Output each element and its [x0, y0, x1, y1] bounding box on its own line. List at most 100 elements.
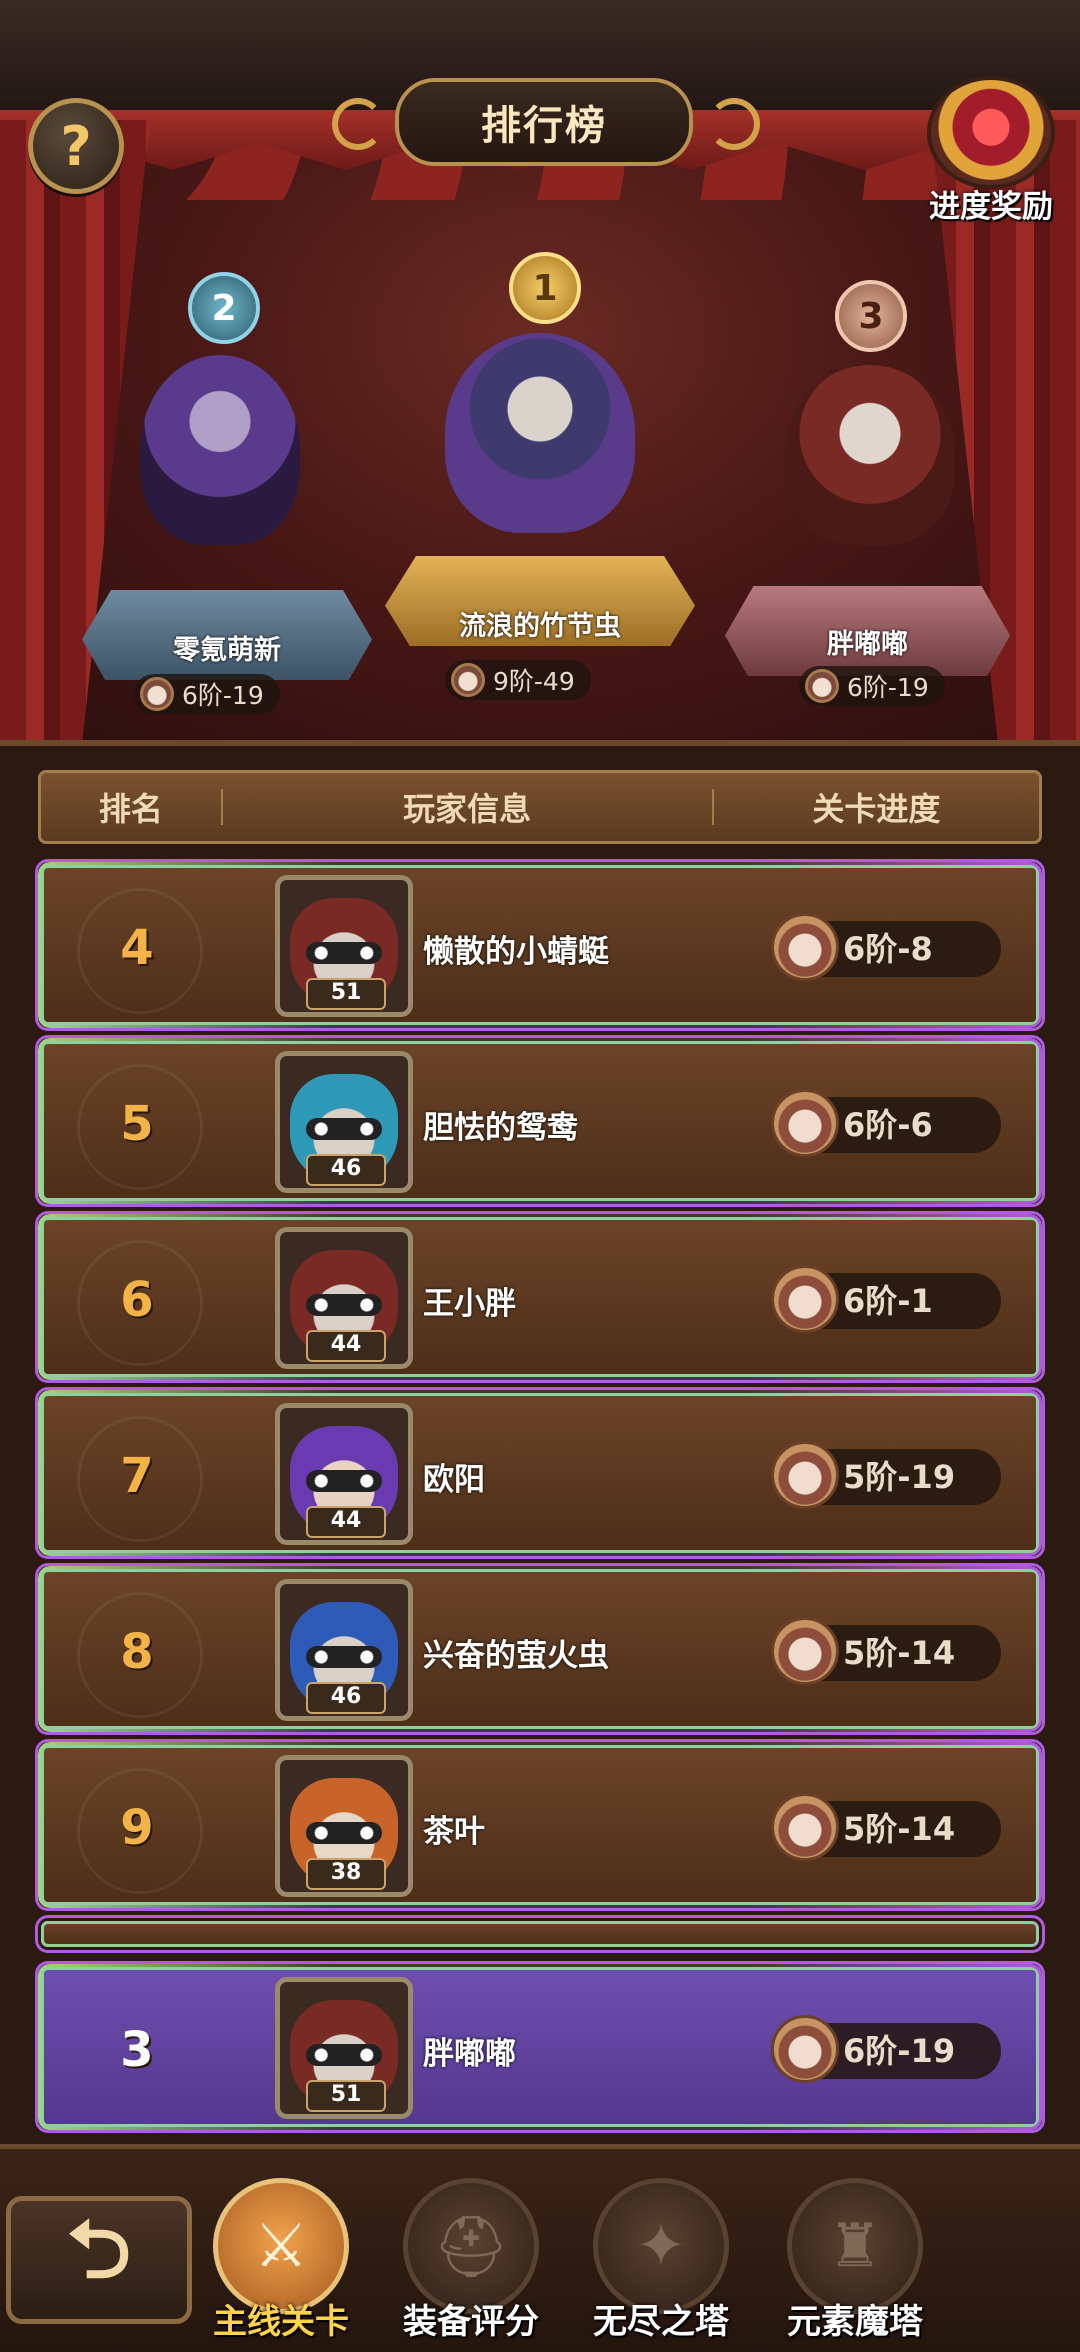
treasure-chest-icon — [927, 76, 1055, 189]
podium-progress-3: 6阶-19 — [799, 666, 945, 706]
podium-first[interactable]: 1 流浪的竹节虫 9阶-49 — [385, 238, 695, 718]
progress-reward-label: 进度奖励 — [929, 189, 1053, 225]
stage-progress-text: 5阶-19 — [843, 1458, 956, 1496]
ranking-row[interactable]: 8 46 兴奋的萤火虫 5阶-14 — [38, 1566, 1042, 1732]
stage-progress-text: 6阶-8 — [843, 930, 933, 968]
tab-equipment-score-label: 装备评分 — [403, 2302, 539, 2342]
tab-equipment-score[interactable]: ⛑ 装备评分 — [376, 2178, 566, 2347]
podium-progress-2: 6阶-19 — [134, 674, 280, 714]
player-level: 46 — [306, 1682, 386, 1714]
tab-main-stage[interactable]: ⚔ 主线关卡 — [186, 2178, 376, 2347]
avatar-eyes — [306, 942, 382, 964]
stage-progress-text: 6阶-1 — [843, 1282, 933, 1320]
player-name: 胆怯的鸳鸯 — [423, 1109, 578, 1146]
player-name: 欧阳 — [423, 1461, 485, 1498]
player-level: 51 — [306, 978, 386, 1010]
podium-name-3: 胖嘟嘟 — [827, 629, 908, 660]
avatar-eyes — [306, 1294, 382, 1316]
avatar-eyes — [306, 2044, 382, 2066]
rank-badge-2: 2 — [188, 272, 260, 344]
player-name: 懒散的小蜻蜓 — [423, 933, 609, 970]
row-rank: 7 — [120, 1448, 154, 1504]
ranking-table-header: 排名 玩家信息 关卡进度 — [38, 770, 1042, 844]
tab-endless-tower[interactable]: ✦ 无尽之塔 — [566, 2178, 756, 2347]
player-name: 茶叶 — [423, 1813, 485, 1850]
row-rank: 6 — [120, 1272, 154, 1328]
avatar-eyes — [306, 1646, 382, 1668]
stage-mask-icon — [451, 663, 485, 697]
stage-mask-icon — [771, 1793, 839, 1861]
my-stage-progress-text: 6阶-19 — [843, 2032, 956, 2070]
ranking-row[interactable]: 4 51 懒散的小蜻蜓 6阶-8 — [38, 862, 1042, 1028]
ranking-row[interactable]: 9 38 茶叶 5阶-14 — [38, 1742, 1042, 1908]
podium-character-2 — [140, 355, 300, 545]
stage-mask-icon — [805, 669, 839, 703]
my-ranking-row[interactable]: 3 51 胖嘟嘟 6阶-19 — [38, 1964, 1042, 2130]
rank-badge-3: 3 — [835, 280, 907, 352]
player-level: 44 — [306, 1330, 386, 1362]
player-avatar[interactable]: 38 — [275, 1755, 413, 1897]
player-avatar[interactable]: 44 — [275, 1403, 413, 1545]
podium-character-3 — [785, 365, 955, 545]
my-rank: 3 — [120, 2022, 154, 2078]
podium-progress-text-1: 9阶-49 — [493, 667, 575, 696]
player-avatar[interactable]: 46 — [275, 1579, 413, 1721]
progress-reward-button[interactable]: 进度奖励 — [916, 76, 1066, 226]
my-level: 51 — [306, 2080, 386, 2112]
stage-mask-icon — [140, 677, 174, 711]
avatar-eyes — [306, 1822, 382, 1844]
stage-mask-icon — [771, 1617, 839, 1685]
ranking-list[interactable]: 4 51 懒散的小蜻蜓 6阶-8 5 46 胆怯的鸳鸯 6阶-6 6 44 王小… — [38, 862, 1042, 1950]
ranking-row[interactable]: 7 44 欧阳 5阶-19 — [38, 1390, 1042, 1556]
ranking-row[interactable]: 5 46 胆怯的鸳鸯 6阶-6 — [38, 1038, 1042, 1204]
row-rank: 8 — [120, 1624, 154, 1680]
tab-endless-tower-label: 无尽之塔 — [593, 2302, 729, 2342]
rank-badge-1: 1 — [509, 252, 581, 324]
stage-mask-icon — [771, 1265, 839, 1333]
stage-mask-icon — [771, 913, 839, 981]
header-rank: 排名 — [98, 790, 163, 828]
page-title: 排行榜 — [395, 78, 693, 166]
avatar-eyes — [306, 1118, 382, 1140]
podium-progress-text-2: 6阶-19 — [182, 681, 264, 710]
stage-progress-text: 5阶-14 — [843, 1634, 956, 1672]
row-rank: 9 — [120, 1800, 154, 1856]
row-rank: 4 — [120, 920, 154, 976]
ranking-row[interactable]: 6 44 王小胖 6阶-1 — [38, 1214, 1042, 1380]
podium-third[interactable]: 3 胖嘟嘟 6阶-19 — [725, 270, 1015, 730]
podium-stage: 2 零氪萌新 6阶-19 1 流浪的竹节虫 9阶-49 3 胖嘟嘟 6阶-19 … — [0, 0, 1080, 746]
tab-main-stage-label: 主线关卡 — [213, 2302, 349, 2342]
player-name: 王小胖 — [423, 1285, 516, 1322]
back-button[interactable]: ⮌ — [6, 2196, 192, 2324]
title-ornament-left-icon — [332, 98, 384, 150]
player-avatar[interactable]: 44 — [275, 1227, 413, 1369]
player-level: 44 — [306, 1506, 386, 1538]
tab-element-tower-label: 元素魔塔 — [787, 2302, 923, 2342]
podium-progress-1: 9阶-49 — [445, 660, 591, 700]
stage-progress-text: 5阶-14 — [843, 1810, 956, 1848]
row-rank: 5 — [120, 1096, 154, 1152]
podium-character-1 — [445, 333, 635, 533]
stage-mask-icon — [771, 1089, 839, 1157]
help-button[interactable]: ? — [28, 98, 124, 194]
player-avatar[interactable]: 51 — [275, 875, 413, 1017]
podium-name-1: 流浪的竹节虫 — [459, 611, 621, 642]
podium-name-2: 零氪萌新 — [173, 635, 281, 666]
ranking-row-partial[interactable] — [38, 1918, 1042, 1950]
player-avatar[interactable]: 46 — [275, 1051, 413, 1193]
player-level: 46 — [306, 1154, 386, 1186]
tab-element-tower[interactable]: ♜ 元素魔塔 — [760, 2178, 950, 2347]
stage-mask-icon — [771, 1441, 839, 1509]
header-player-info: 玩家信息 — [403, 790, 532, 828]
my-avatar[interactable]: 51 — [275, 1977, 413, 2119]
player-name: 兴奋的萤火虫 — [423, 1637, 609, 1674]
player-level: 38 — [306, 1858, 386, 1890]
podium-second[interactable]: 2 零氪萌新 6阶-19 — [70, 260, 372, 730]
back-arrow-icon: ⮌ — [66, 2203, 132, 2296]
my-name: 胖嘟嘟 — [423, 2035, 516, 2072]
stage-mask-icon — [771, 2015, 839, 2083]
avatar-eyes — [306, 1470, 382, 1492]
podium-progress-text-3: 6阶-19 — [847, 673, 929, 702]
stage-progress-text: 6阶-6 — [843, 1106, 933, 1144]
title-ornament-right-icon — [708, 98, 760, 150]
